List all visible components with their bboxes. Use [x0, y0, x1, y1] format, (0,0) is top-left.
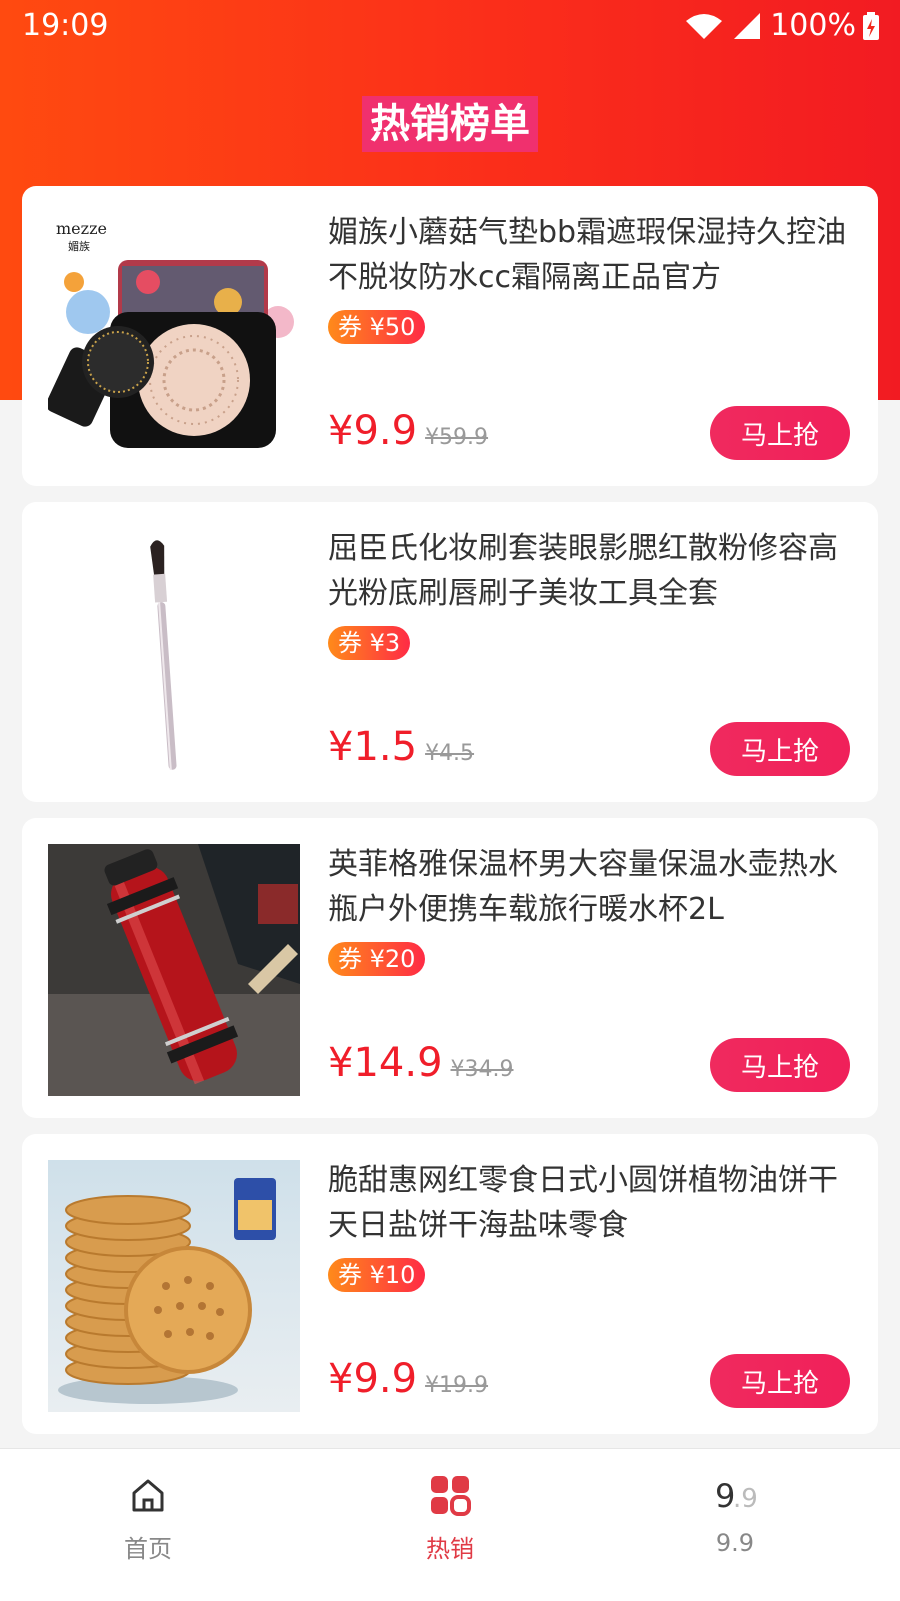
current-price: ¥14.9 [328, 1040, 443, 1086]
product-image-thermos [48, 844, 300, 1096]
svg-text:.9: .9 [733, 1484, 757, 1514]
brand-logo-text-cn: 媚族 [68, 239, 90, 253]
page-title: 热销榜单 [0, 96, 900, 152]
price-group: ¥14.9 ¥34.9 [328, 1040, 514, 1086]
product-title[interactable]: 英菲格雅保温杯男大容量保温水壶热水瓶户外便携车载旅行暖水杯2L [328, 842, 848, 932]
home-icon [132, 1479, 164, 1512]
grid-icon [431, 1476, 471, 1516]
buy-now-button[interactable]: 马上抢 [710, 722, 850, 776]
price-group: ¥1.5 ¥4.5 [328, 724, 474, 770]
status-icons: 100% [684, 8, 880, 43]
page-title-text: 热销榜单 [362, 96, 538, 152]
current-price: ¥9.9 [328, 1356, 418, 1402]
signal-icon [734, 12, 761, 39]
status-time: 19:09 [22, 8, 109, 43]
original-price: ¥59.9 [425, 425, 489, 450]
price-group: ¥9.9 ¥59.9 [328, 408, 488, 454]
brand-logo-text: mezze [56, 219, 107, 238]
original-price: ¥4.5 [425, 741, 475, 766]
product-image-biscuits [48, 1160, 300, 1412]
tab-hot-label: 热销 [426, 1535, 474, 1563]
battery-percentage: 100% [770, 8, 856, 43]
tab-home[interactable]: 首页 [78, 1471, 218, 1564]
status-bar: 19:09 100% [0, 0, 900, 52]
original-price: ¥19.9 [425, 1373, 489, 1398]
coupon-badge: 券 ¥20 [328, 942, 426, 976]
battery-charging-icon [863, 11, 879, 40]
current-price: ¥9.9 [328, 408, 418, 454]
buy-now-button[interactable]: 马上抢 [710, 1038, 850, 1092]
bottom-tab-bar: 首页 热销 9 .9 9.9 [0, 1448, 900, 1601]
coupon-badge: 券 ¥3 [328, 626, 411, 660]
product-card[interactable]: 屈臣氏化妆刷套装眼影腮红散粉修容高光粉底刷唇刷子美妆工具全套 券 ¥3 ¥1.5… [22, 502, 878, 802]
product-card[interactable]: mezze 媚族 媚族小蘑菇气垫bb霜遮瑕保湿持久控油不脱妆防水cc霜隔离正品官… [22, 186, 878, 486]
product-image-brush [48, 528, 300, 780]
original-price: ¥34.9 [450, 1057, 514, 1082]
product-card[interactable]: 英菲格雅保温杯男大容量保温水壶热水瓶户外便携车载旅行暖水杯2L 券 ¥20 ¥1… [22, 818, 878, 1118]
product-title[interactable]: 媚族小蘑菇气垫bb霜遮瑕保湿持久控油不脱妆防水cc霜隔离正品官方 [328, 210, 848, 300]
wifi-icon [686, 13, 723, 39]
product-title[interactable]: 脆甜惠网红零食日式小圆饼植物油饼干天日盐饼干海盐味零食 [328, 1158, 848, 1248]
tab-nine-nine[interactable]: 9 .9 9.9 [665, 1471, 805, 1557]
product-card[interactable]: 脆甜惠网红零食日式小圆饼植物油饼干天日盐饼干海盐味零食 券 ¥10 ¥9.9 ¥… [22, 1134, 878, 1434]
product-title[interactable]: 屈臣氏化妆刷套装眼影腮红散粉修容高光粉底刷唇刷子美妆工具全套 [328, 526, 848, 616]
tab-home-label: 首页 [124, 1535, 172, 1563]
buy-now-button[interactable]: 马上抢 [710, 406, 850, 460]
nine-nine-icon: 9 .9 [715, 1477, 757, 1515]
coupon-badge: 券 ¥10 [328, 1258, 426, 1292]
tab-nine-nine-label: 9.9 [715, 1529, 755, 1557]
price-group: ¥9.9 ¥19.9 [328, 1356, 488, 1402]
current-price: ¥1.5 [328, 724, 418, 770]
product-image-cushion: mezze 媚族 [48, 212, 300, 464]
coupon-badge: 券 ¥50 [328, 310, 426, 344]
buy-now-button[interactable]: 马上抢 [710, 1354, 850, 1408]
tab-hot[interactable]: 热销 [380, 1471, 520, 1564]
